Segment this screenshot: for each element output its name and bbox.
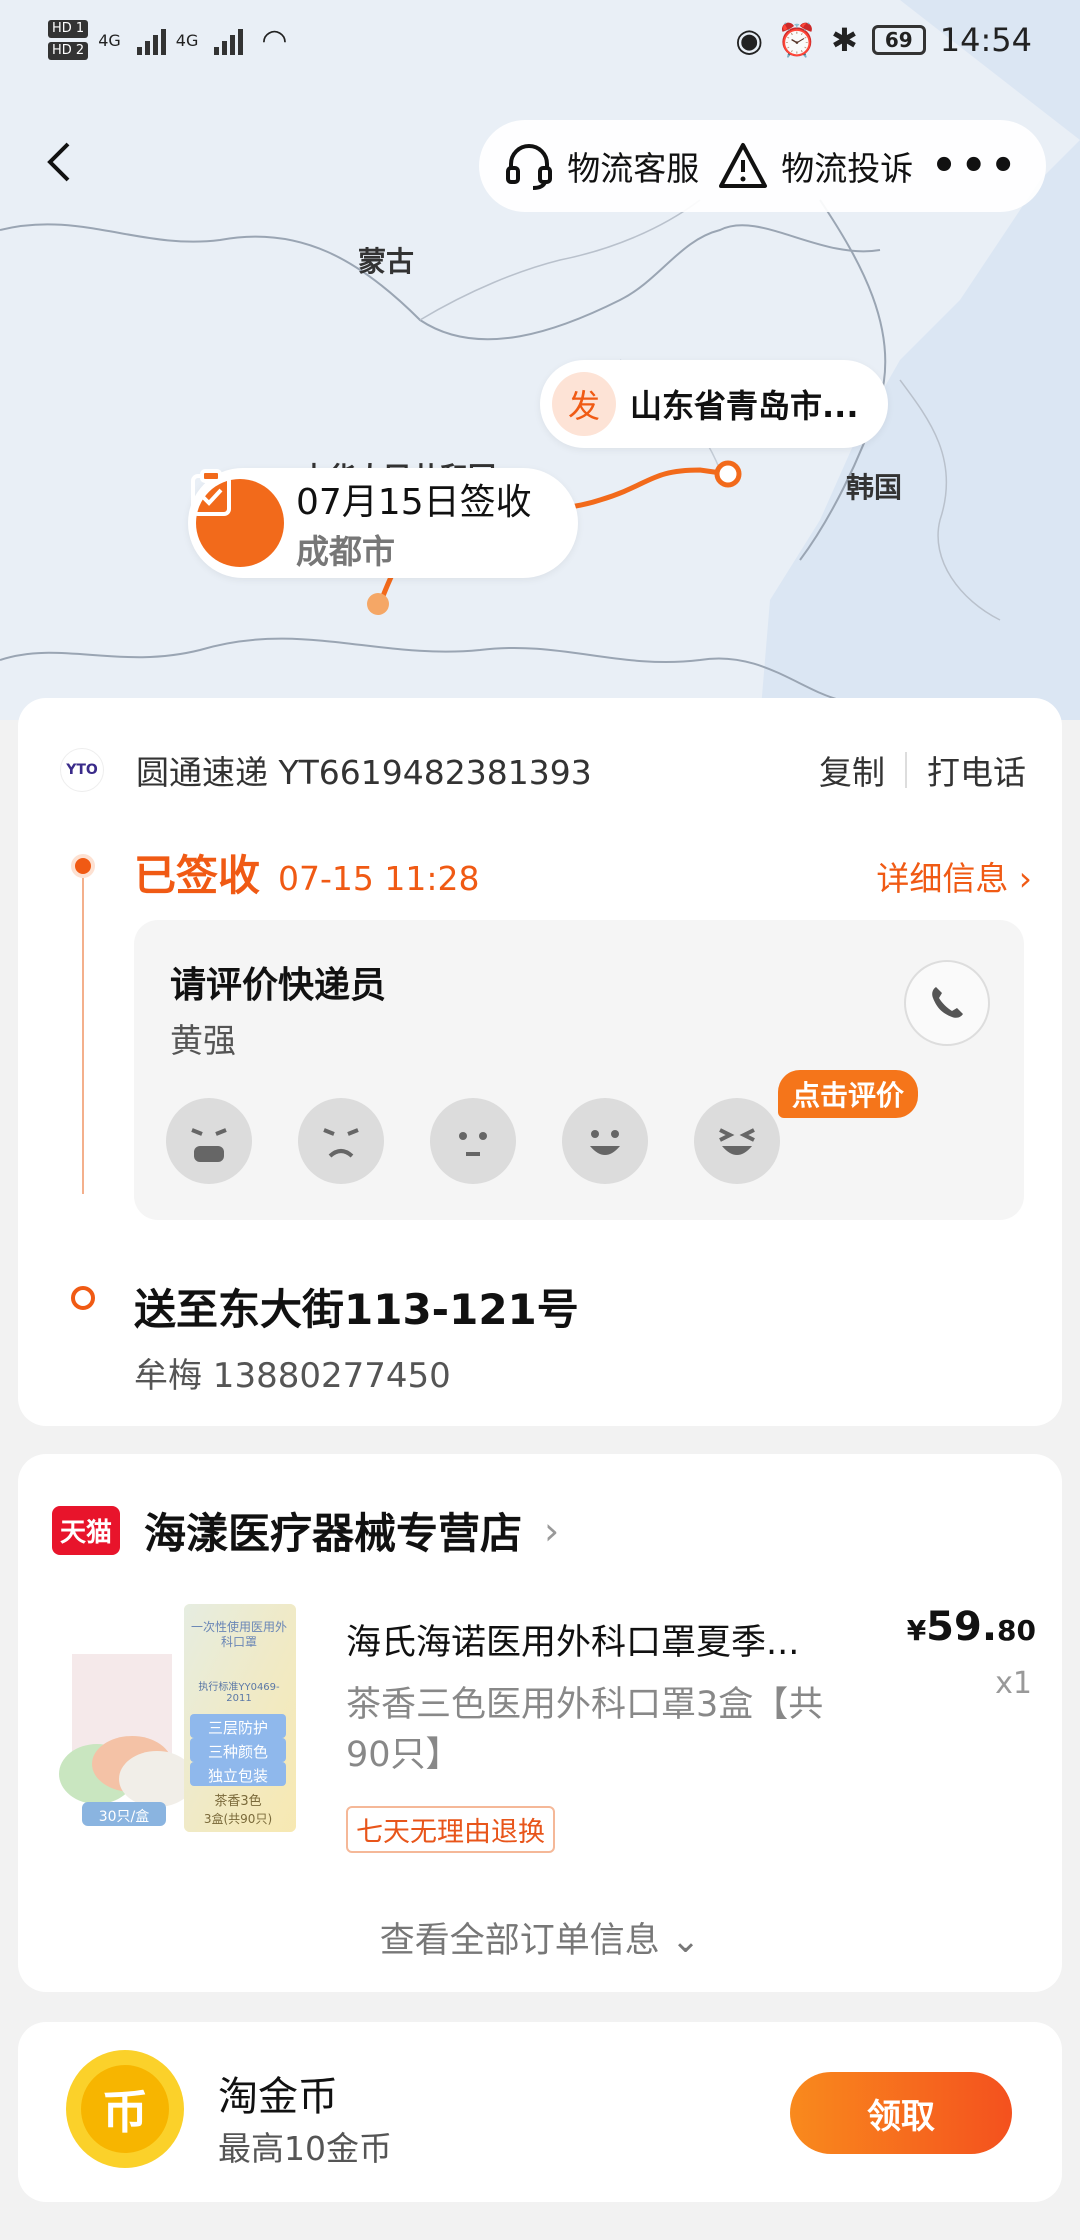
signal-icon-2 xyxy=(214,25,244,55)
eye-icon: ◉ xyxy=(735,21,764,59)
map-label-korea: 韩国 xyxy=(846,471,903,504)
courier-name: 黄强 xyxy=(170,1021,236,1060)
taojinbi-card: 币 淘金币 最高10金币 领取 xyxy=(18,2022,1062,2202)
price-decimal: 80 xyxy=(997,1614,1036,1647)
detail-info-link[interactable]: 详细信息 › xyxy=(876,852,1032,900)
image-box-text: 一次性使用医用外科口罩 xyxy=(190,1620,287,1649)
product-spec: 茶香三色医用外科口罩3盒【共90只】 xyxy=(346,1685,824,1775)
headset-icon xyxy=(506,144,553,190)
tracking-card: YTO 圆通速递 YT6619482381393 复制 打电话 已签收 07-1… xyxy=(18,698,1062,1426)
destination-bubble[interactable]: 07月15日签收 成都市 xyxy=(188,468,578,578)
back-icon[interactable] xyxy=(40,138,88,186)
origin-badge: 发 xyxy=(552,372,616,436)
map-graphic xyxy=(0,0,1080,720)
wifi-icon: ◠ xyxy=(261,22,288,58)
origin-bubble[interactable]: 发 山东省青岛市... xyxy=(540,360,889,448)
image-standard: 执行标准YY0469-2011 xyxy=(198,1682,280,1704)
timeline-dot-address xyxy=(71,1286,95,1310)
coin-title: 淘金币 xyxy=(218,2074,338,2120)
origin-location: 山东省青岛市... xyxy=(630,387,859,425)
price-integer: 59. xyxy=(926,1604,998,1650)
map-label-mongolia: 蒙古 xyxy=(358,245,415,278)
top-action-bar: 物流客服 物流投诉 ••• xyxy=(479,120,1046,212)
price-currency: ¥ xyxy=(906,1614,927,1647)
image-pack: 30只/盒 xyxy=(98,1809,150,1825)
rating-title: 请评价快递员 xyxy=(170,965,387,1006)
image-feature-2: 三种颜色 xyxy=(207,1743,268,1761)
view-all-order-info[interactable]: 查看全部订单信息 ⌄ xyxy=(18,1912,1062,1963)
product-price: ¥59.80 xyxy=(907,1604,1036,1650)
timeline-line xyxy=(82,878,84,1194)
delivery-time: 07-15 11:28 xyxy=(278,859,480,898)
rating-face-good[interactable] xyxy=(562,1098,648,1184)
rating-face-neutral[interactable] xyxy=(430,1098,516,1184)
battery-icon: 69 xyxy=(871,25,926,55)
logistics-service-button[interactable]: 物流客服 xyxy=(503,140,699,192)
status-bar: HD 1 HD 2 4G 4G ◠ ◉ ⏰ ✱ 69 14:54 xyxy=(0,0,1080,80)
courier-rating-box: 请评价快递员 黄强 点击评价 xyxy=(134,920,1024,1220)
receiver-info: 牟梅 13880277450 xyxy=(134,1356,451,1396)
delivery-status: 已签收 xyxy=(134,851,261,900)
order-card: 天猫 海漾医疗器械专营店 › 一次性使用医用外科口罩 执行标准YY0469-20… xyxy=(18,1454,1062,1992)
hd2-badge: HD 2 xyxy=(48,42,89,60)
rating-face-very-bad[interactable] xyxy=(166,1098,252,1184)
chevron-right-icon: › xyxy=(544,1508,560,1553)
warning-icon xyxy=(719,143,768,188)
bluetooth-icon: ✱ xyxy=(830,21,858,59)
return-policy-tag: 七天无理由退换 xyxy=(346,1806,555,1853)
tmall-badge: 天猫 xyxy=(52,1506,121,1555)
logistics-service-label: 物流客服 xyxy=(567,149,700,188)
signal-icon xyxy=(136,25,166,55)
rating-face-bad[interactable] xyxy=(298,1098,384,1184)
copy-button[interactable]: 复制 xyxy=(819,746,885,794)
call-button[interactable]: 打电话 xyxy=(927,746,1026,794)
shop-header[interactable]: 天猫 海漾医疗器械专营店 › xyxy=(52,1500,559,1561)
logistics-map[interactable]: 蒙古 中华人民共和国 韩国 发 山东省青岛市... 07月15日签收 成都市 xyxy=(0,0,1080,720)
yto-logo: YTO xyxy=(60,748,104,792)
image-flavor: 茶香3色 xyxy=(214,1794,262,1809)
network-label-2: 4G xyxy=(175,30,199,50)
claim-button[interactable]: 领取 xyxy=(790,2072,1012,2154)
click-to-rate-tag[interactable]: 点击评价 xyxy=(778,1070,919,1118)
logistics-complaint-label: 物流投诉 xyxy=(781,149,914,188)
product-title[interactable]: 海氏海诺医用外科口罩夏季... xyxy=(346,1614,886,1665)
image-feature-1: 三层防护 xyxy=(207,1719,268,1737)
product-quantity: x1 xyxy=(995,1666,1032,1701)
product-image[interactable]: 一次性使用医用外科口罩 执行标准YY0469-2011 三层防护 三种颜色 独立… xyxy=(52,1604,336,1832)
coin-subtitle: 最高10金币 xyxy=(218,2129,392,2168)
clock: 14:54 xyxy=(939,21,1032,59)
rating-face-very-good[interactable] xyxy=(694,1098,780,1184)
image-feature-3: 独立包装 xyxy=(207,1767,268,1785)
image-count: 3盒(共90只) xyxy=(203,1812,273,1826)
more-icon[interactable]: ••• xyxy=(931,143,1020,189)
timeline-dot-signed xyxy=(71,854,95,878)
hd1-badge: HD 1 xyxy=(48,20,89,38)
delivery-address: 送至东大街113-121号 xyxy=(134,1285,579,1334)
clipboard-check-icon xyxy=(191,469,284,567)
shop-name: 海漾医疗器械专营店 xyxy=(144,1509,523,1558)
alarm-icon: ⏰ xyxy=(777,21,817,59)
phone-icon[interactable] xyxy=(904,960,990,1046)
tracking-number: 圆通速递 YT6619482381393 xyxy=(136,753,592,792)
divider xyxy=(905,752,907,788)
coin-icon: 币 xyxy=(66,2050,184,2168)
destination-city: 成都市 xyxy=(296,532,395,571)
network-label-1: 4G xyxy=(98,30,121,50)
logistics-complaint-button[interactable]: 物流投诉 xyxy=(717,140,913,192)
delivery-date: 07月15日签收 xyxy=(296,482,532,523)
